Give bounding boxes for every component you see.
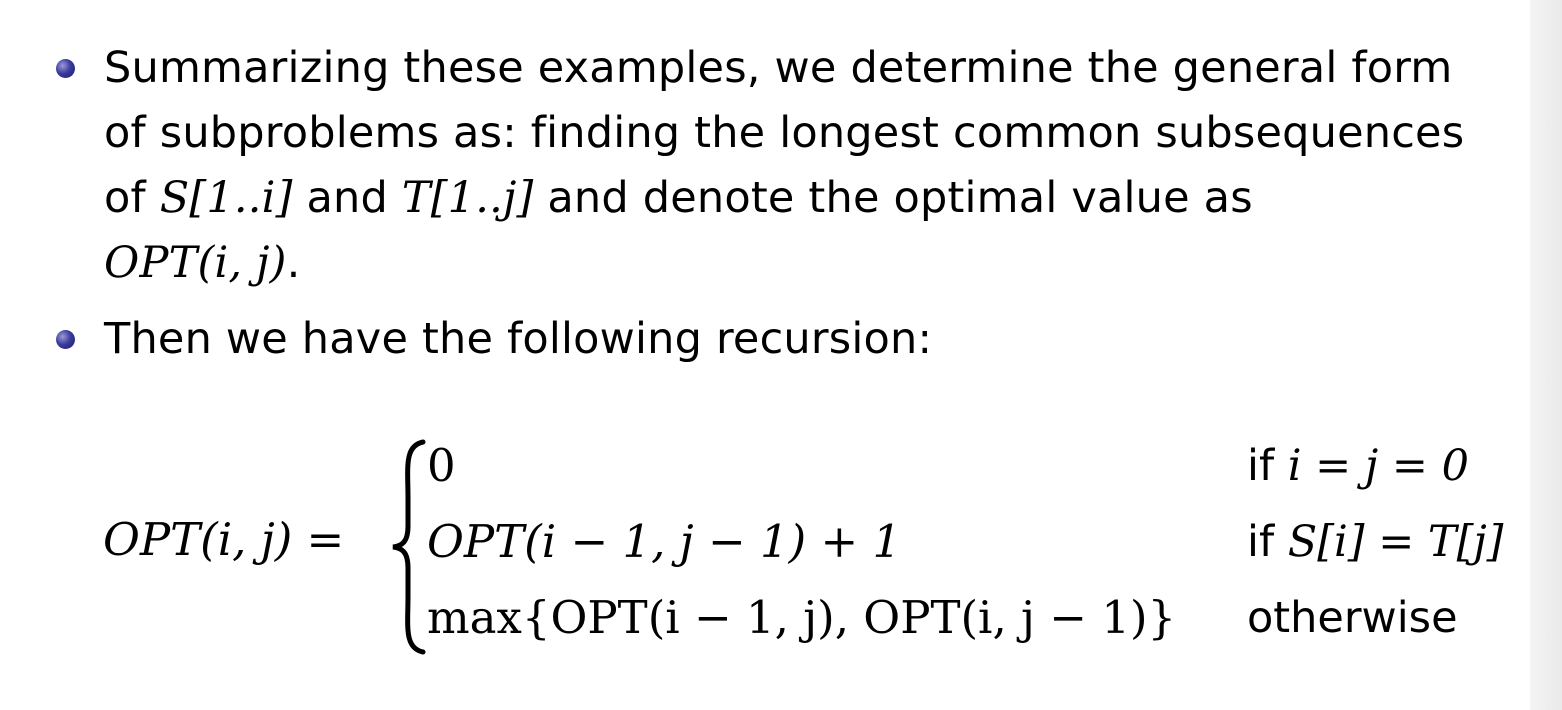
- case-3-expression: max{OPT(i − 1, j), OPT(i, j − 1)}: [427, 591, 1177, 644]
- bullet-1-line-4-period: .: [286, 238, 301, 288]
- bullet-1-line-3-of: of: [104, 173, 160, 223]
- case-2-expression: OPT(i − 1, j − 1) + 1: [427, 515, 902, 568]
- case-3-condition: otherwise: [1247, 588, 1458, 648]
- case-1-if: if: [1247, 441, 1288, 491]
- equation-lhs: OPT(i, j) =: [103, 513, 345, 566]
- bullet-1-line-4: OPT(i, j).: [104, 231, 301, 295]
- bullet-1-line-2: of subproblems as: finding the longest c…: [104, 108, 1465, 158]
- math-opt-ij: OPT(i, j): [104, 238, 287, 288]
- bullet-2-text: Then we have the following recursion:: [104, 314, 933, 364]
- slide-edge-shadow: [1530, 0, 1562, 710]
- case-3-otherwise: otherwise: [1247, 593, 1458, 643]
- math-t-range: T[1..j]: [401, 173, 534, 223]
- case-2-condition: if S[i] = T[j]: [1247, 512, 1503, 572]
- case-1-expression: 0: [427, 439, 456, 492]
- bullet-marker-2: [56, 330, 75, 349]
- bullet-1-line-1: Summarizing these examples, we determine…: [104, 43, 1453, 93]
- bullet-1-line-3: of S[1..i] and T[1..j] and denote the op…: [104, 166, 1253, 230]
- case-1-condition-math: i = j = 0: [1287, 441, 1469, 491]
- math-s-range: S[1..i]: [159, 173, 293, 223]
- case-2-condition-math: S[i] = T[j]: [1287, 517, 1504, 567]
- case-2-if: if: [1247, 517, 1288, 567]
- case-1-condition: if i = j = 0: [1247, 436, 1469, 496]
- bullet-marker-1: [56, 59, 75, 78]
- bullet-1-line-3-and: and: [292, 173, 402, 223]
- slide: Summarizing these examples, we determine…: [0, 0, 1530, 710]
- bullet-1-line-3-rest: and denote the optimal value as: [533, 173, 1253, 223]
- left-brace-icon: [392, 439, 426, 655]
